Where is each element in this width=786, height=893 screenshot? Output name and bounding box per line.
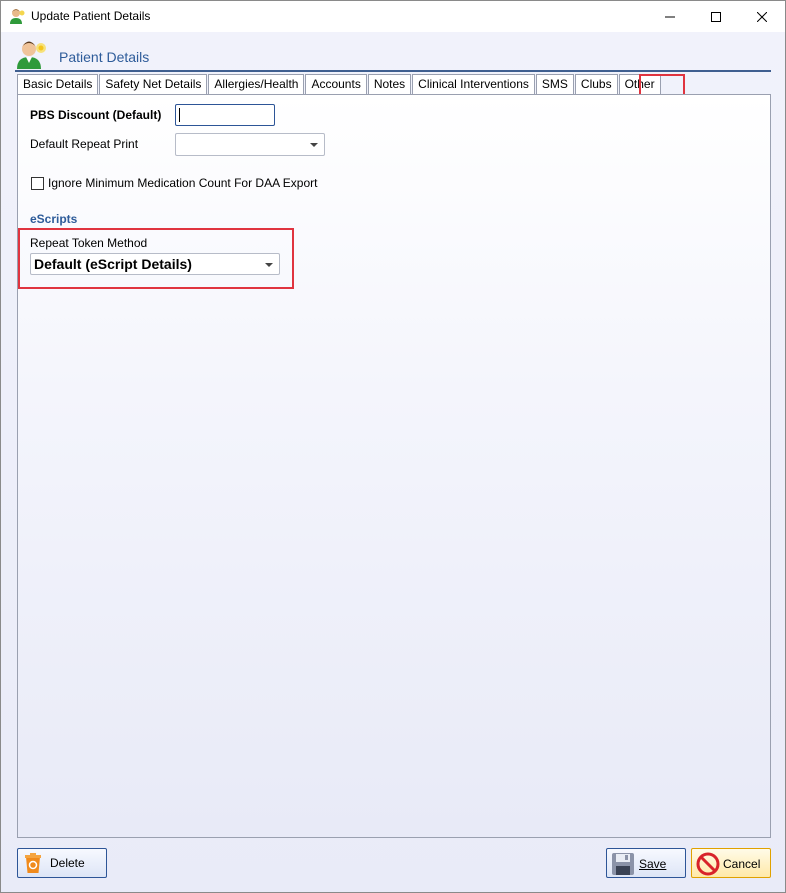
- app-icon: [9, 8, 25, 25]
- tab-notes[interactable]: Notes: [367, 74, 412, 94]
- tab-allergies-health[interactable]: Allergies/Health: [208, 74, 305, 94]
- ignore-min-count-label: Ignore Minimum Medication Count For DAA …: [48, 176, 318, 190]
- header-divider: [15, 70, 771, 72]
- window-title: Update Patient Details: [31, 9, 151, 23]
- save-label: Save: [639, 857, 667, 871]
- delete-button[interactable]: Delete: [17, 848, 107, 878]
- close-icon: [757, 11, 767, 22]
- pbs-discount-input[interactable]: [175, 104, 275, 126]
- ignore-min-count-checkbox[interactable]: [31, 177, 44, 190]
- maximize-button[interactable]: [693, 1, 739, 32]
- recycle-bin-icon: [22, 852, 44, 877]
- tab-clubs[interactable]: Clubs: [574, 74, 618, 94]
- tab-safety-net-details[interactable]: Safety Net Details: [99, 74, 208, 94]
- cancel-button[interactable]: Cancel: [691, 848, 771, 878]
- title-bar: Update Patient Details: [1, 1, 785, 32]
- repeat-token-method-label: Repeat Token Method: [30, 236, 148, 250]
- chevron-down-icon: [265, 263, 273, 267]
- other-tab-panel: PBS Discount (Default) Default Repeat Pr…: [17, 94, 771, 838]
- text-caret: [179, 108, 180, 122]
- default-repeat-print-select[interactable]: [175, 133, 325, 156]
- tab-sms[interactable]: SMS: [535, 74, 574, 94]
- close-button[interactable]: [739, 1, 785, 32]
- floppy-disk-icon: [611, 852, 635, 879]
- update-patient-window: Update Patient Details Patient Details B…: [0, 0, 786, 893]
- dialog-content: Patient Details Basic Details Safety Net…: [1, 32, 785, 892]
- save-button[interactable]: Save: [606, 848, 686, 878]
- minimize-button[interactable]: [647, 1, 693, 32]
- tab-basic-details[interactable]: Basic Details: [17, 74, 99, 94]
- minimize-icon: [665, 12, 675, 22]
- patient-avatar-icon: [15, 38, 49, 70]
- tab-strip: Basic Details Safety Net Details Allergi…: [17, 74, 662, 95]
- cancel-icon: [696, 852, 720, 879]
- tab-clinical-interventions[interactable]: Clinical Interventions: [412, 74, 535, 94]
- delete-label: Delete: [50, 856, 85, 870]
- pbs-discount-label: PBS Discount (Default): [30, 108, 162, 122]
- cancel-label: Cancel: [723, 857, 761, 871]
- maximize-icon: [711, 11, 721, 22]
- tab-accounts[interactable]: Accounts: [305, 74, 367, 94]
- chevron-down-icon: [310, 143, 318, 147]
- tab-other[interactable]: Other: [618, 74, 661, 95]
- default-repeat-print-label: Default Repeat Print: [30, 137, 139, 151]
- header-title: Patient Details: [59, 49, 150, 65]
- repeat-token-method-select[interactable]: Default (eScript Details): [30, 253, 280, 275]
- repeat-token-method-value: Default (eScript Details): [34, 256, 192, 272]
- escripts-section-title: eScripts: [30, 212, 78, 226]
